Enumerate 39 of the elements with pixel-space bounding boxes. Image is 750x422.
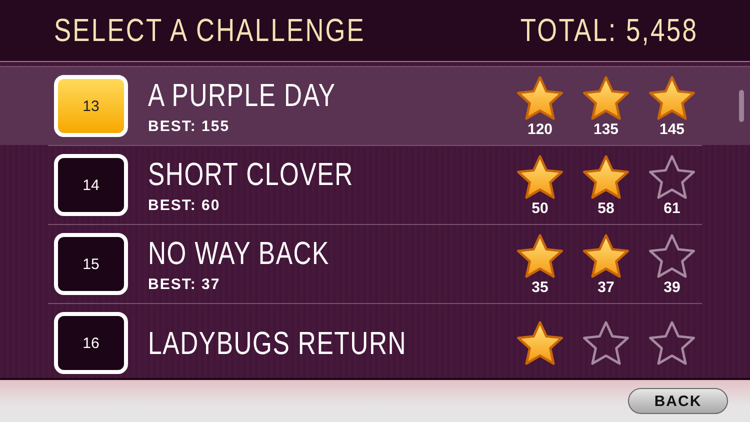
star-threshold: 58 bbox=[598, 200, 614, 216]
star-threshold: 50 bbox=[532, 200, 548, 216]
star-threshold: 135 bbox=[593, 120, 619, 138]
challenge-row[interactable]: 15 NO WAY BACK BEST: 37 35 37 39 bbox=[48, 224, 702, 303]
filled-star-icon bbox=[647, 74, 697, 120]
challenge-name: LADYBUGS RETURN bbox=[148, 324, 408, 362]
filled-star-icon bbox=[515, 232, 565, 278]
challenge-row[interactable]: 13 A PURPLE DAY BEST: 155 120 135 145 bbox=[0, 66, 750, 145]
empty-star-icon bbox=[647, 232, 697, 278]
best-score: BEST: 37 bbox=[148, 276, 222, 293]
star-threshold: 120 bbox=[527, 120, 553, 138]
best-score: BEST: 60 bbox=[148, 197, 222, 214]
star-threshold: 37 bbox=[598, 278, 614, 296]
level-number: 13 bbox=[54, 75, 128, 137]
filled-star-icon bbox=[581, 74, 631, 120]
filled-star-icon bbox=[515, 320, 565, 366]
scrollbar[interactable] bbox=[739, 90, 744, 122]
empty-star-icon bbox=[581, 320, 631, 366]
challenge-name: NO WAY BACK bbox=[148, 235, 330, 272]
challenge-name: A PURPLE DAY bbox=[148, 77, 337, 114]
screen-title: SELECT A CHALLENGE bbox=[54, 12, 366, 49]
empty-star-icon bbox=[647, 154, 697, 200]
challenge-name: SHORT CLOVER bbox=[148, 156, 354, 193]
level-number: 15 bbox=[54, 233, 128, 295]
filled-star-icon bbox=[515, 154, 565, 200]
best-score: BEST: 155 bbox=[148, 118, 231, 135]
challenge-row[interactable]: 14 SHORT CLOVER BEST: 60 50 58 61 bbox=[48, 145, 702, 224]
filled-star-icon bbox=[581, 232, 631, 278]
level-number: 16 bbox=[54, 312, 128, 374]
back-button[interactable]: BACK bbox=[628, 388, 728, 414]
filled-star-icon bbox=[515, 74, 565, 120]
star-threshold: 61 bbox=[664, 200, 680, 216]
level-number: 14 bbox=[54, 154, 128, 216]
empty-star-icon bbox=[647, 320, 697, 366]
star-threshold: 39 bbox=[664, 278, 680, 296]
total-score: TOTAL: 5,458 bbox=[520, 12, 698, 49]
star-threshold: 35 bbox=[532, 278, 548, 296]
filled-star-icon bbox=[581, 154, 631, 200]
star-threshold: 145 bbox=[659, 120, 685, 138]
